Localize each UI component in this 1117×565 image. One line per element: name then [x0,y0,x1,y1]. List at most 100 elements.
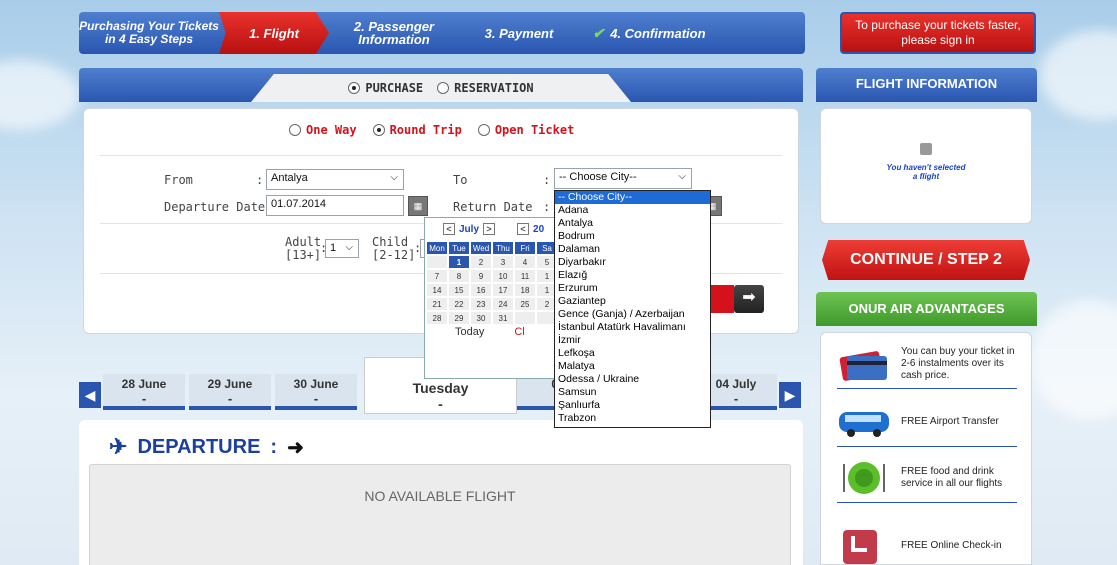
calendar-day[interactable]: 8 [449,270,469,282]
calendar-icon[interactable]: ▦ [408,196,428,216]
date-label: 30 June [293,377,339,391]
to-select[interactable]: -- Choose City-- ⌵ [554,168,692,189]
city-option[interactable]: İzmir [555,334,710,347]
reservation-label: RESERVATION [454,81,534,95]
calendar-day[interactable]: 16 [471,284,491,296]
calendar-day[interactable]: 7 [427,270,447,282]
radio-icon[interactable] [437,82,450,94]
next-month-icon[interactable]: > [483,223,496,235]
city-option[interactable]: Adana [555,204,710,217]
advantage-text: You can buy your ticket in 2-6 instalmen… [901,345,1015,381]
city-option[interactable]: Bodrum [555,230,710,243]
price-label: - [227,391,233,406]
adult-select[interactable]: 1 ⌵ [325,239,359,258]
city-option[interactable]: Lefkoşa [555,347,710,360]
city-option[interactable]: Odessa / Ukraine [555,373,710,386]
calendar-day[interactable]: 25 [515,298,535,310]
calendar-day[interactable]: 30 [471,312,491,324]
arrow-right-icon: ➜ [287,436,304,459]
city-option[interactable]: Diyarbakır [555,256,710,269]
advantage-text: FREE food and drink service in all our f… [901,465,1003,489]
city-option[interactable]: Şanlıurfa [555,399,710,412]
city-option[interactable]: -- Choose City-- [555,191,710,204]
calendar-day[interactable]: 18 [515,284,535,296]
prev-year-icon[interactable]: < [517,223,530,235]
calendar-month: July [459,223,480,235]
calendar-day[interactable]: 3 [493,256,513,268]
calendar-day[interactable]: 17 [493,284,513,296]
calendar-day[interactable]: 24 [493,298,513,310]
search-button-edge[interactable] [708,285,734,313]
adult-text: Adult [285,235,322,249]
calendar-day[interactable]: 23 [471,298,491,310]
advantage-text: FREE Airport Transfer [901,415,999,427]
radio-icon[interactable] [348,82,361,94]
round-trip-option[interactable]: Round Trip [372,123,462,137]
sign-in-button[interactable]: To purchase your tickets faster, please … [840,12,1036,54]
weekday-header: Thu [493,242,513,254]
price-label: - [141,391,147,406]
close-button[interactable]: Cl [514,326,524,338]
today-button[interactable]: Today [455,326,484,338]
city-option[interactable]: İstanbul Atatürk Havalimanı [555,321,710,334]
calendar-day[interactable]: 28 [427,312,447,324]
city-option[interactable]: Samsun [555,386,710,399]
city-option[interactable]: Trabzon [555,412,710,425]
city-option[interactable]: Erzurum [555,282,710,295]
calendar-day [515,312,535,324]
city-option[interactable]: Gence (Ganja) / Azerbaijan [555,308,710,321]
steps-intro: Purchasing Your Tickets in 4 Easy Steps [79,19,219,46]
calendar-day[interactable]: 21 [427,298,447,310]
checkmark-icon: ✔ [592,24,605,41]
calendar-day[interactable]: 10 [493,270,513,282]
advantage-item: FREE Online Check-in [837,521,1017,565]
date-picker: < July > < 20 Mon Tue Wed Thu Fri Sa 12345789… [424,217,564,379]
city-option[interactable]: Malatya [555,360,710,373]
radio-icon[interactable] [372,124,385,136]
city-option[interactable]: Elazığ [555,269,710,282]
prev-month-icon[interactable]: < [443,223,455,235]
reservation-option[interactable]: RESERVATION [437,81,534,95]
calendar-day[interactable]: 22 [449,298,469,310]
city-dropdown-list: -- Choose City-- Adana Antalya Bodrum Dalama… [554,190,711,428]
flight-info-header: FLIGHT INFORMATION [816,68,1037,102]
advantage-item: You can buy your ticket in 2-6 instalmen… [837,339,1017,389]
radio-icon[interactable] [289,124,301,136]
calendar-header: < July > < 20 [425,218,563,240]
flight-info-icon [920,143,932,155]
date-tab[interactable]: 30 June - [275,374,357,410]
calendar-day[interactable]: 14 [427,284,447,296]
radio-icon[interactable] [477,124,490,136]
advantages-panel: You can buy your ticket in 2-6 instalmen… [820,332,1032,565]
departure-date-input[interactable]: 01.07.2014 [266,195,404,216]
chevron-down-icon: ⌵ [390,172,398,183]
adult-range: [13+] [285,248,322,262]
calendar-day[interactable]: 4 [515,256,535,268]
calendar-day[interactable]: 1 [449,256,469,268]
arrow-right-icon: ➡ [742,289,756,306]
open-ticket-option[interactable]: Open Ticket [477,123,574,137]
date-tab[interactable]: 29 June - [189,374,271,410]
from-value: Antalya [271,172,308,184]
calendar-day[interactable]: 11 [515,270,535,282]
calendar-day[interactable]: 15 [449,284,469,296]
continue-button[interactable]: CONTINUE / STEP 2 [822,240,1030,280]
calendar-day[interactable]: 29 [449,312,469,324]
search-arrow-button[interactable]: ➡ [734,285,764,313]
date-tab[interactable]: 28 June - [103,374,185,410]
next-date-arrow-icon[interactable]: ▶ [779,382,801,408]
one-way-option[interactable]: One Way [289,123,357,137]
calendar-day[interactable]: 9 [471,270,491,282]
prev-date-arrow-icon[interactable]: ◀ [79,382,101,408]
city-option[interactable]: Gaziantep [555,295,710,308]
steps-bar: Purchasing Your Tickets in 4 Easy Steps … [79,12,805,54]
step-confirmation-label: 4. Confirmation [610,25,706,41]
advantage-item: FREE food and drink service in all our f… [837,453,1017,503]
purchase-option[interactable]: PURCHASE [348,81,423,95]
weekday-header: Fri [515,242,535,254]
calendar-day[interactable]: 31 [493,312,513,324]
city-option[interactable]: Dalaman [555,243,710,256]
city-option[interactable]: Antalya [555,217,710,230]
from-select[interactable]: Antalya ⌵ [266,169,404,190]
calendar-day[interactable]: 2 [471,256,491,268]
